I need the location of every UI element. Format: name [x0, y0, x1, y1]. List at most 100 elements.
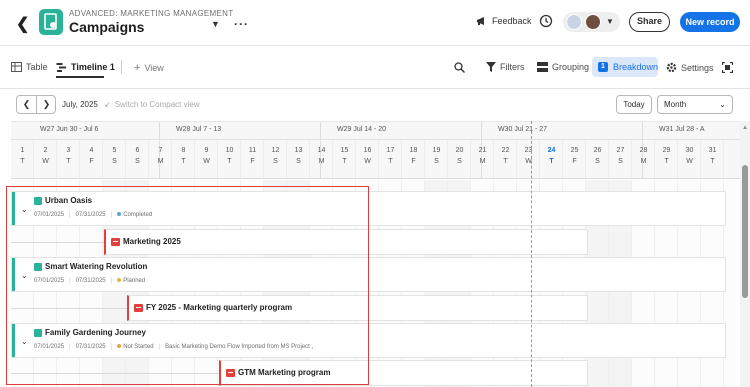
day-number: 24 — [547, 147, 556, 154]
week-row: W27 Jun 30 - Jul 6 W28 Jul 7 - 13 W29 Jul … — [11, 122, 750, 140]
day-number: 29 — [662, 147, 671, 154]
day-letter: S — [595, 158, 600, 165]
day-letter: T — [664, 158, 669, 165]
day-letter: W — [686, 158, 693, 165]
status-label: Planned — [123, 278, 146, 284]
day-column-header: 23 W — [517, 140, 540, 165]
day-letter: T — [66, 158, 71, 165]
day-letter: F — [411, 158, 416, 165]
filters-label: Filters — [500, 62, 525, 72]
grouping-button[interactable]: Grouping — [537, 62, 589, 72]
divider: | — [69, 278, 71, 284]
program-bar[interactable]: FY 2025 - Marketing quarterly program — [127, 295, 588, 321]
divider: | — [69, 344, 71, 350]
search-icon[interactable] — [454, 62, 465, 73]
active-tab-indicator — [56, 76, 104, 78]
day-letter: M — [318, 158, 325, 165]
timeline-icon — [56, 63, 66, 72]
status-label: Not Started — [123, 344, 154, 350]
gear-icon — [666, 62, 677, 73]
week-label: W27 Jun 30 - Jul 6 — [40, 126, 99, 133]
plus-icon: + — [134, 62, 141, 74]
vertical-scrollbar[interactable]: ▲ — [740, 121, 750, 387]
day-number: 30 — [685, 147, 694, 154]
day-number: 6 — [135, 147, 140, 154]
project-accent — [12, 258, 15, 291]
day-number: 21 — [478, 147, 487, 154]
time-scale-select[interactable]: Month ⌄ — [657, 95, 733, 114]
fullscreen-icon[interactable] — [722, 62, 733, 73]
day-column-header: 30 W — [678, 140, 701, 165]
day-column-header: 24 T — [540, 140, 563, 165]
chevron-down-icon[interactable]: ▼ — [211, 19, 220, 29]
day-number: 25 — [570, 147, 579, 154]
program-bar[interactable]: GTM Marketing program — [219, 360, 588, 386]
day-column-header: 17 T — [379, 140, 402, 165]
day-column-header: 25 F — [563, 140, 586, 165]
day-column-header: 26 S — [586, 140, 609, 165]
chevron-down-icon: ▼ — [606, 17, 614, 26]
day-letter: T — [20, 158, 25, 165]
collaborators[interactable]: ▼ — [563, 12, 620, 32]
project-name: Urban Oasis — [45, 196, 93, 205]
breakdown-button[interactable]: 1 Breakdown — [592, 57, 658, 77]
day-letter: M — [157, 158, 164, 165]
program-icon — [226, 369, 235, 377]
tab-timeline[interactable]: Timeline 1 — [56, 62, 115, 72]
day-column-header: 1T — [11, 140, 34, 165]
day-column-header: 10 T — [218, 140, 241, 165]
day-number: 31 — [708, 147, 717, 154]
program-icon — [134, 304, 143, 312]
day-letter: F — [572, 158, 577, 165]
add-view-button[interactable]: + View — [134, 62, 164, 74]
more-icon[interactable]: ··· — [234, 17, 249, 31]
project-accent — [12, 192, 15, 225]
next-button[interactable]: ❯ — [37, 96, 56, 113]
timeline-header: W27 Jun 30 - Jul 6 W28 Jul 7 - 13 W29 Jul … — [11, 121, 750, 179]
feedback-button[interactable]: Feedback — [476, 16, 532, 26]
chevron-down-icon[interactable]: ⌄ — [21, 205, 28, 214]
chevron-down-icon[interactable]: ⌄ — [21, 271, 28, 280]
day-column-header: 20 S — [448, 140, 471, 165]
share-button[interactable]: Share — [629, 12, 670, 32]
tab-table[interactable]: Table — [11, 62, 48, 72]
history-icon[interactable] — [539, 14, 553, 28]
day-letter: W — [42, 158, 49, 165]
today-button[interactable]: Today — [616, 95, 652, 114]
divider — [121, 60, 122, 74]
avatar — [585, 14, 601, 30]
compact-view-label: Switch to Compact view — [114, 100, 200, 109]
back-arrow-icon[interactable]: ❮ — [16, 14, 29, 34]
filter-icon — [486, 62, 496, 72]
project-extra: Basic Marketing Demo Flow Imported from … — [165, 344, 314, 350]
breadcrumb[interactable]: ADVANCED: MARKETING MANAGEMENT — [69, 9, 233, 18]
day-letter: M — [479, 158, 486, 165]
scroll-thumb[interactable] — [742, 165, 748, 298]
filters-button[interactable]: Filters — [486, 62, 525, 72]
program-bar[interactable]: Marketing 2025 — [104, 229, 588, 255]
project-row[interactable]: ⌄ Smart Watering Revolution 07/01/2025 | 07/… — [11, 257, 726, 292]
time-scale-value: Month — [664, 100, 687, 109]
date-navigation: ❮ ❯ — [16, 95, 56, 114]
new-record-button[interactable]: New record — [680, 12, 740, 32]
day-letter: F — [250, 158, 255, 165]
compact-view-toggle[interactable]: ↙ Switch to Compact view — [104, 100, 200, 109]
day-number: 15 — [340, 147, 349, 154]
megaphone-icon — [477, 17, 484, 25]
day-number: 22 — [501, 147, 510, 154]
connector-line — [11, 242, 104, 243]
project-row[interactable]: ⌄ Urban Oasis 07/01/2025 | 07/31/2025 | Comple… — [11, 191, 726, 226]
day-letter: S — [457, 158, 462, 165]
day-letter: W — [203, 158, 210, 165]
day-number: 2 — [43, 147, 48, 154]
settings-button[interactable]: Settings — [666, 62, 714, 73]
chevron-down-icon[interactable]: ⌄ — [21, 337, 28, 346]
project-row[interactable]: ⌄ Family Gardening Journey 07/01/2025 | 07/3… — [11, 323, 726, 358]
previous-button[interactable]: ❮ — [17, 96, 36, 113]
add-view-label: View — [144, 63, 164, 73]
day-column-header: 28 M — [632, 140, 655, 165]
status-dot — [117, 344, 122, 349]
program-name: Marketing 2025 — [123, 237, 181, 246]
divider: | — [110, 278, 113, 284]
day-column-header: 11 F — [241, 140, 264, 165]
